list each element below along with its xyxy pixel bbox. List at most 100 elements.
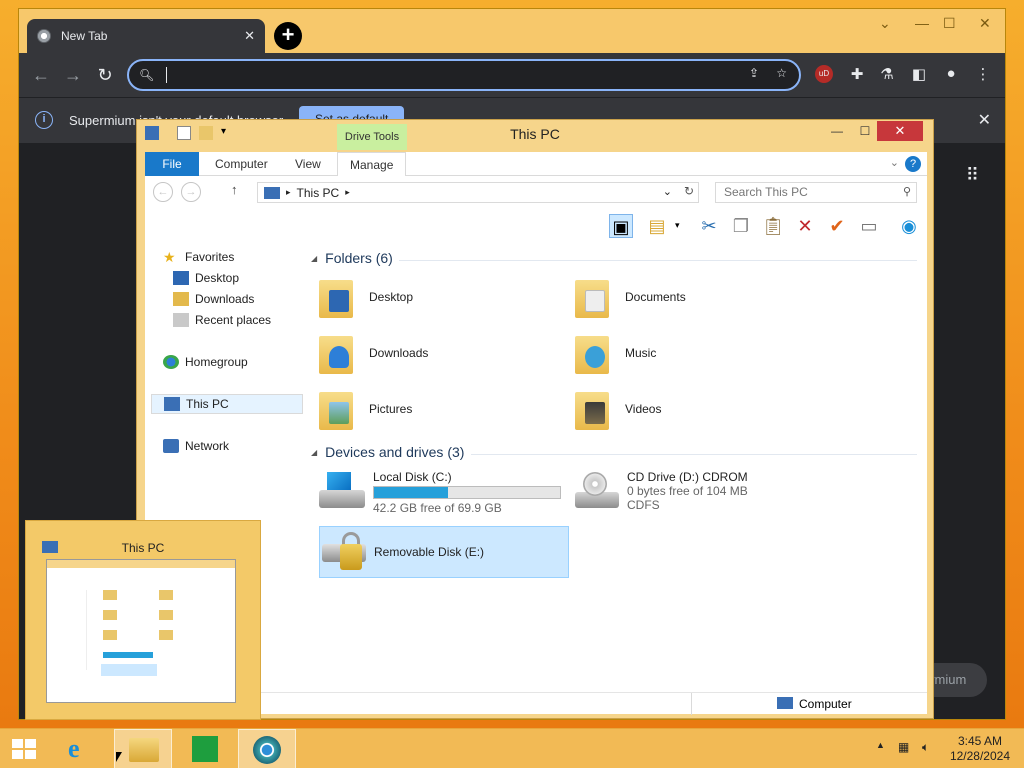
show-hidden-icons[interactable]: ▲ xyxy=(876,740,885,750)
maximize-button[interactable]: ☐ xyxy=(943,15,956,32)
locked-drive-icon xyxy=(320,530,368,574)
drive-usage-fill xyxy=(374,487,449,498)
folder-desktop[interactable]: Desktop xyxy=(319,276,413,318)
back-icon[interactable]: ← xyxy=(153,182,173,202)
folder-music[interactable]: Music xyxy=(575,332,656,374)
help-icon[interactable]: ? xyxy=(905,156,921,172)
omnibox[interactable]: 🔍︎ ⇪ ☆ xyxy=(127,59,801,91)
volume-icon[interactable]: 🔈︎ xyxy=(922,740,929,755)
ribbon-expand-icon[interactable]: ⌄ xyxy=(890,156,899,169)
ublock-icon[interactable]: uD xyxy=(815,65,833,83)
browser-toolbar: ← → ↻ 🔍︎ ⇪ ☆ uD ✚ ⚗ ◧ ● ⋮ xyxy=(19,53,1005,97)
globe-icon[interactable]: ◉ xyxy=(897,214,921,238)
back-icon[interactable]: ← xyxy=(27,61,55,89)
maximize-button[interactable]: ☐ xyxy=(851,122,879,142)
folder-label: Documents xyxy=(625,290,686,304)
side-panel-icon[interactable]: ◧ xyxy=(909,65,929,83)
cd-drive-icon xyxy=(573,470,621,514)
clock-time: 3:45 AM xyxy=(957,734,1002,748)
nav-label: Desktop xyxy=(195,271,240,285)
forward-icon[interactable]: → xyxy=(181,182,201,202)
collapse-triangle-icon: ◢ xyxy=(311,253,318,263)
drives-group-header[interactable]: ◢ Devices and drives (3) xyxy=(311,444,464,460)
taskbar-thumbnail-preview[interactable]: This PC xyxy=(25,520,261,720)
new-tab-button[interactable]: + xyxy=(274,22,302,50)
info-icon: i xyxy=(35,111,53,129)
breadcrumb-chevron-icon[interactable]: ▸ xyxy=(286,187,291,198)
start-button[interactable] xyxy=(0,729,48,768)
folder-pictures[interactable]: Pictures xyxy=(319,388,412,430)
nav-downloads[interactable]: Downloads xyxy=(173,292,254,306)
tab-manage[interactable]: Manage xyxy=(337,152,407,176)
folder-label: Desktop xyxy=(369,290,414,304)
dropdown-icon[interactable]: ▾ xyxy=(675,220,680,231)
window-title: This PC xyxy=(510,126,560,142)
browser-titlebar: New Tab ✕ + ⌄ — ☐ ✕ xyxy=(19,9,1005,53)
tab-view[interactable]: View xyxy=(283,152,333,176)
tab-new-tab[interactable]: New Tab ✕ xyxy=(27,19,265,53)
minimize-button[interactable]: — xyxy=(823,122,851,142)
minimize-button[interactable]: — xyxy=(915,15,929,31)
star-icon: ★ xyxy=(163,249,176,265)
tab-search-icon[interactable]: ⌄ xyxy=(879,15,891,32)
layout-pane-icon[interactable]: ▣ xyxy=(609,214,633,238)
close-button[interactable]: ✕ xyxy=(979,15,991,32)
share-icon[interactable]: ⇪ xyxy=(749,66,759,80)
nav-recent-places[interactable]: Recent places xyxy=(173,313,271,327)
up-icon[interactable]: ↑ xyxy=(231,182,238,197)
tab-computer[interactable]: Computer xyxy=(203,152,280,176)
store-button[interactable] xyxy=(176,729,234,768)
folder-documents[interactable]: Documents xyxy=(575,276,686,318)
clock[interactable]: 3:45 AM 12/28/2024 xyxy=(950,734,1010,764)
nav-label: This PC xyxy=(186,397,229,411)
extensions-icon[interactable]: ✚ xyxy=(847,65,867,83)
drive-removable-e[interactable]: Removable Disk (E:) xyxy=(319,526,569,578)
profile-icon[interactable]: ● xyxy=(941,65,961,82)
address-dropdown-icon[interactable]: ⌄ xyxy=(663,185,672,198)
rename-icon[interactable]: ✔ xyxy=(825,214,849,238)
file-explorer-button[interactable] xyxy=(114,729,172,768)
content-pane: ◢ Folders (6) Desktop Documents Download… xyxy=(303,244,927,686)
folders-group-header[interactable]: ◢ Folders (6) xyxy=(311,250,393,266)
address-bar[interactable]: ▸ This PC ▸ ⌄ ↻ xyxy=(257,182,699,203)
group-divider xyxy=(399,260,917,261)
select-all-icon[interactable]: ▤ xyxy=(645,214,669,238)
copy-icon[interactable]: ❐ xyxy=(729,214,753,238)
nav-favorites[interactable]: ★ Favorites xyxy=(163,250,234,264)
cut-icon[interactable]: ✂ xyxy=(697,214,721,238)
tab-file[interactable]: File xyxy=(145,152,199,176)
delete-icon[interactable]: ✕ xyxy=(793,214,817,238)
internet-explorer-button[interactable]: e xyxy=(54,729,112,768)
paste-icon[interactable]: 📋︎ xyxy=(761,214,785,238)
reload-icon[interactable]: ↻ xyxy=(91,61,119,89)
folder-videos[interactable]: Videos xyxy=(575,388,661,430)
nav-label: Favorites xyxy=(185,250,235,264)
bookmark-star-icon[interactable]: ☆ xyxy=(776,66,787,80)
nav-this-pc[interactable]: This PC xyxy=(151,394,303,414)
network-tray-icon[interactable]: ▦ xyxy=(898,740,909,754)
apps-grid-icon[interactable]: ⠿ xyxy=(966,165,979,186)
nav-homegroup[interactable]: Homegroup xyxy=(163,355,248,369)
address-row: ← → ↑ ▸ This PC ▸ ⌄ ↻ Search This PC ⚲ xyxy=(145,176,927,208)
drive-name: Removable Disk (E:) xyxy=(374,545,485,559)
refresh-icon[interactable]: ↻ xyxy=(684,184,694,198)
forward-icon[interactable]: → xyxy=(59,61,87,89)
breadcrumb-chevron-icon[interactable]: ▸ xyxy=(345,187,350,198)
search-input[interactable]: Search This PC xyxy=(715,182,917,203)
supermium-button[interactable] xyxy=(238,729,296,768)
nav-network[interactable]: Network xyxy=(163,439,229,453)
menu-icon[interactable]: ⋮ xyxy=(973,65,993,83)
infobar-close-icon[interactable]: ✕ xyxy=(978,110,991,130)
folder-downloads[interactable]: Downloads xyxy=(319,332,428,374)
close-button[interactable]: ✕ xyxy=(877,121,923,141)
breadcrumb-this-pc[interactable]: This PC xyxy=(297,186,340,200)
hard-drive-icon xyxy=(319,470,367,514)
downloads-folder-icon xyxy=(319,332,355,374)
drive-cd-d[interactable]: CD Drive (D:) CDROM 0 bytes free of 104 … xyxy=(573,470,823,520)
explorer-titlebar: ▾ Drive Tools This PC — ☐ ✕ xyxy=(137,120,933,150)
tab-close-icon[interactable]: ✕ xyxy=(244,28,255,44)
nav-desktop[interactable]: Desktop xyxy=(173,271,239,285)
labs-icon[interactable]: ⚗ xyxy=(877,65,897,83)
drive-local-disk-c[interactable]: Local Disk (C:) 42.2 GB free of 69.9 GB xyxy=(319,470,569,515)
properties-icon[interactable]: ▭ xyxy=(857,214,881,238)
